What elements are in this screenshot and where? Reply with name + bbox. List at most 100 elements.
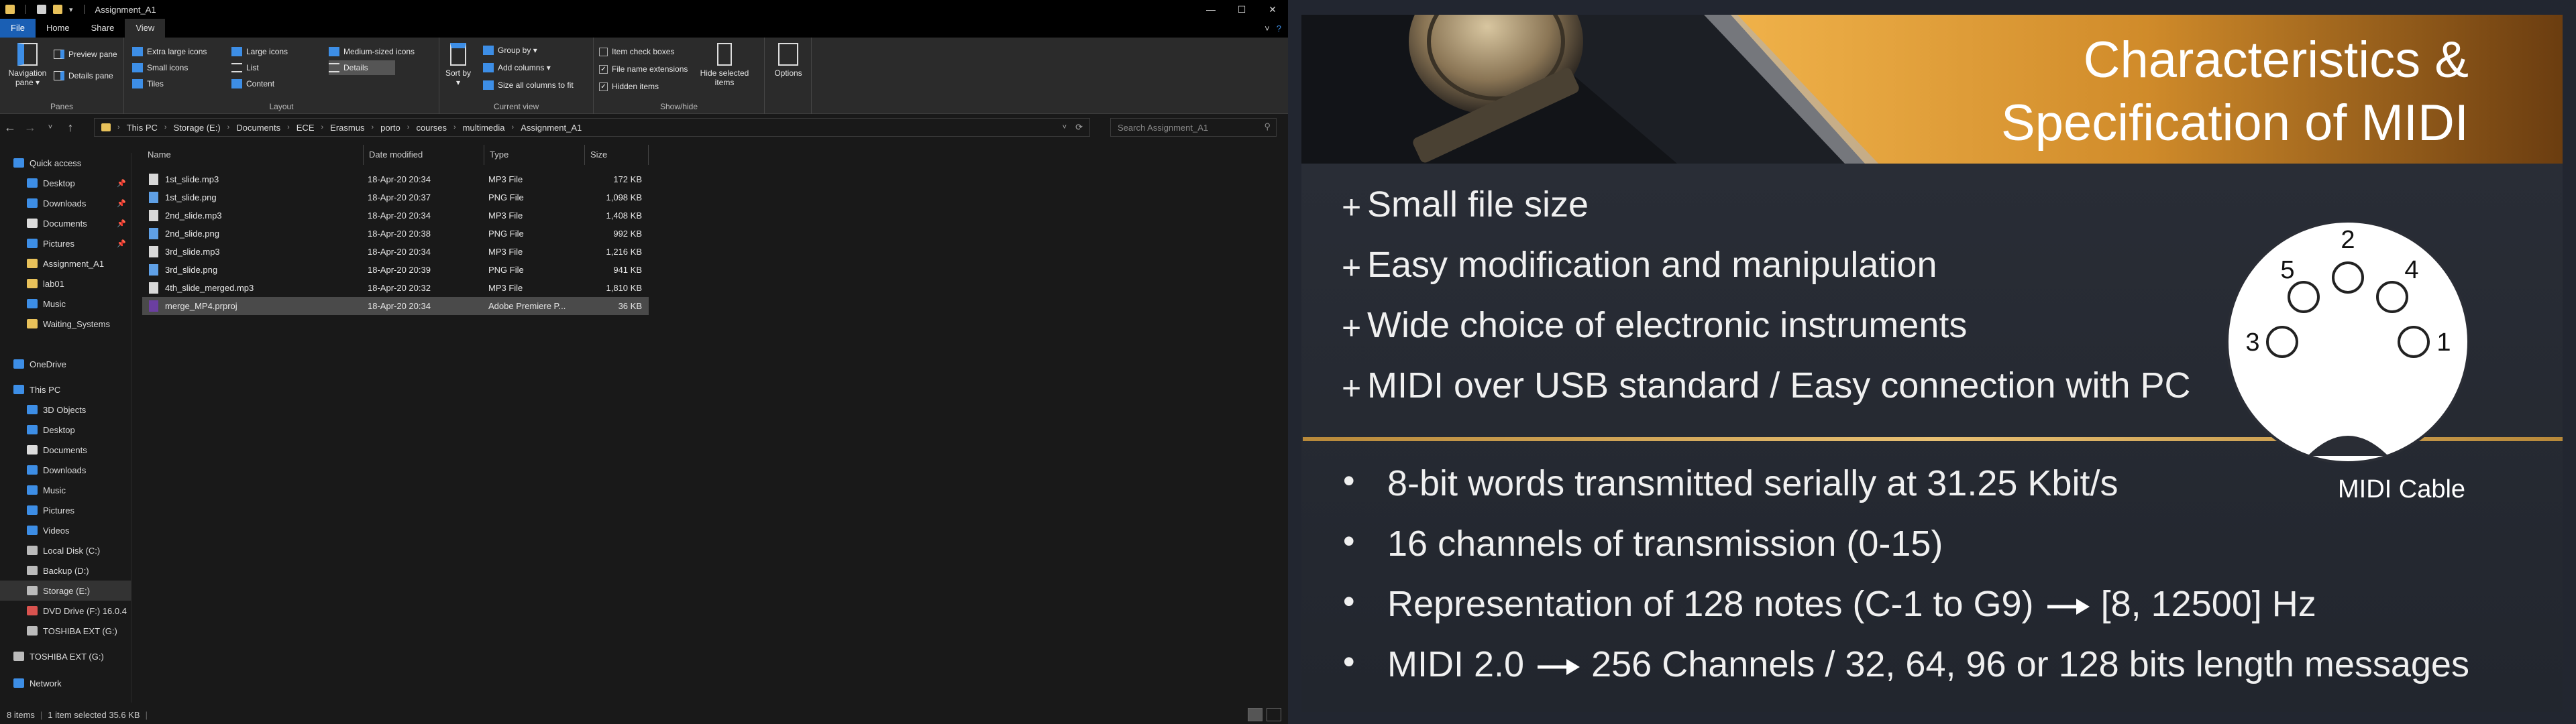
forward-arrow-icon[interactable]: → xyxy=(20,121,40,135)
file-row[interactable]: 3rd_slide.png 18-Apr-20 20:39 PNG File 941 … xyxy=(142,261,649,279)
expand-ribbon-icon[interactable]: ˅ xyxy=(1265,23,1270,34)
nav-item[interactable]: Storage (E:) xyxy=(0,581,131,601)
size-all-columns-button[interactable]: Size all columns to fit xyxy=(483,78,574,93)
hide-selected-items-button[interactable]: Hide selected items xyxy=(694,43,755,87)
nav-item[interactable]: Documents 📌 xyxy=(0,213,131,233)
column-name[interactable]: Name xyxy=(142,145,364,165)
nav-item[interactable]: Local Disk (C:) xyxy=(0,540,131,560)
nav-item[interactable]: Music xyxy=(0,294,131,314)
nav-item[interactable]: DVD Drive (F:) 16.0.4 xyxy=(0,601,131,621)
item-check-boxes-checkbox[interactable] xyxy=(599,47,608,56)
new-folder-icon[interactable] xyxy=(53,5,62,14)
nav-item[interactable]: Videos xyxy=(0,520,131,540)
file-row[interactable]: merge_MP4.prproj 18-Apr-20 20:34 Adobe Pre… xyxy=(142,297,649,315)
file-name-extensions-toggle[interactable]: ✓ File name extensions xyxy=(599,62,688,76)
tab-view[interactable]: View xyxy=(125,19,166,38)
desktop-icon xyxy=(27,178,38,188)
file-name-extensions-checkbox[interactable]: ✓ xyxy=(599,64,608,74)
layout-details[interactable]: Details xyxy=(329,60,395,75)
nav-item[interactable]: OneDrive xyxy=(0,354,131,374)
close-button[interactable]: ✕ xyxy=(1257,0,1288,19)
pin-icon[interactable]: 📌 xyxy=(117,179,126,188)
breadcrumb-erasmus[interactable]: Erasmus xyxy=(330,123,364,133)
nav-item[interactable]: Pictures xyxy=(0,500,131,520)
hidden-items-checkbox[interactable]: ✓ xyxy=(599,82,608,91)
file-row[interactable]: 2nd_slide.mp3 18-Apr-20 20:34 MP3 File 1,40… xyxy=(142,206,649,225)
tab-file[interactable]: File xyxy=(0,19,36,38)
navigation-pane-button[interactable]: Navigation pane ▾ xyxy=(4,43,51,87)
breadcrumb-multimedia[interactable]: multimedia xyxy=(463,123,505,133)
nav-item[interactable]: Desktop 📌 xyxy=(0,173,131,193)
layout-tiles[interactable]: Tiles xyxy=(132,76,164,91)
audio-file-icon xyxy=(149,174,158,185)
nav-item[interactable]: Backup (D:) xyxy=(0,560,131,581)
layout-content[interactable]: Content xyxy=(231,76,274,91)
file-row[interactable]: 4th_slide_merged.mp3 18-Apr-20 20:32 MP3 F… xyxy=(142,279,649,297)
sort-by-button[interactable]: Sort by ▾ xyxy=(445,43,472,87)
nav-item[interactable]: Downloads 📌 xyxy=(0,193,131,213)
breadcrumb-storage[interactable]: Storage (E:) xyxy=(174,123,221,133)
item-check-boxes-toggle[interactable]: Item check boxes xyxy=(599,44,674,59)
refresh-icon[interactable]: ⟳ xyxy=(1075,122,1083,133)
layout-list[interactable]: List xyxy=(231,60,259,75)
nav-item[interactable]: Waiting_Systems xyxy=(0,314,131,334)
search-input[interactable]: Search Assignment_A1 ⚲ xyxy=(1110,118,1277,137)
nav-item[interactable]: Desktop xyxy=(0,420,131,440)
large-icons-view-icon[interactable] xyxy=(1267,708,1281,721)
nav-item[interactable]: Quick access xyxy=(0,153,131,173)
add-columns-button[interactable]: Add columns ▾ xyxy=(483,60,551,75)
tab-share[interactable]: Share xyxy=(80,19,125,38)
column-size[interactable]: Size xyxy=(585,145,649,165)
breadcrumb-courses[interactable]: courses xyxy=(416,123,447,133)
breadcrumb-assignment[interactable]: Assignment_A1 xyxy=(521,123,582,133)
file-row[interactable]: 2nd_slide.png 18-Apr-20 20:38 PNG File 992 … xyxy=(142,225,649,243)
file-row[interactable]: 3rd_slide.mp3 18-Apr-20 20:34 MP3 File 1,21… xyxy=(142,243,649,261)
layout-medium-icons[interactable]: Medium-sized icons xyxy=(329,44,415,59)
details-pane-button[interactable]: Details pane xyxy=(54,68,113,83)
layout-large-icons[interactable]: Large icons xyxy=(231,44,288,59)
pin-icon[interactable]: 📌 xyxy=(117,219,126,228)
nav-item[interactable]: Assignment_A1 xyxy=(0,253,131,274)
column-type[interactable]: Type xyxy=(484,145,585,165)
nav-item[interactable]: Network xyxy=(0,673,131,693)
help-icon[interactable]: ? xyxy=(1277,23,1281,34)
address-bar[interactable]: › This PC › Storage (E:) › Documents › ECE ›… xyxy=(94,118,1090,137)
breadcrumb-ece[interactable]: ECE xyxy=(297,123,315,133)
back-arrow-icon[interactable]: ← xyxy=(0,121,20,135)
nav-item[interactable]: TOSHIBA EXT (G:) xyxy=(0,621,131,641)
breadcrumb-this-pc[interactable]: This PC xyxy=(127,123,158,133)
file-row[interactable]: 1st_slide.png 18-Apr-20 20:37 PNG File 1,09… xyxy=(142,188,649,206)
nav-item[interactable]: lab01 xyxy=(0,274,131,294)
pin-icon[interactable]: 📌 xyxy=(117,199,126,208)
hidden-items-toggle[interactable]: ✓ Hidden items xyxy=(599,79,659,94)
column-date-modified[interactable]: Date modified xyxy=(364,145,484,165)
details-view-icon[interactable] xyxy=(1248,708,1263,721)
address-dropdown-icon[interactable]: ˅ xyxy=(1063,123,1067,131)
customize-quick-access-icon[interactable]: ▾ xyxy=(69,5,73,14)
recent-locations-icon[interactable]: ˅ xyxy=(40,123,60,131)
file-row[interactable]: 1st_slide.mp3 18-Apr-20 20:34 MP3 File 172 … xyxy=(142,170,649,188)
nav-item[interactable]: Pictures 📌 xyxy=(0,233,131,253)
nav-item[interactable]: Music xyxy=(0,480,131,500)
layout-extra-large-icons[interactable]: Extra large icons xyxy=(132,44,207,59)
properties-icon[interactable] xyxy=(37,5,46,14)
nav-item[interactable]: TOSHIBA EXT (G:) xyxy=(0,646,131,666)
nav-item[interactable]: This PC xyxy=(0,379,131,400)
layout-small-icons[interactable]: Small icons xyxy=(132,60,188,75)
tab-home[interactable]: Home xyxy=(36,19,80,38)
breadcrumb-porto[interactable]: porto xyxy=(380,123,400,133)
file-size: 992 KB xyxy=(613,229,642,239)
options-button[interactable]: Options xyxy=(770,43,806,78)
plus-item: Wide choice of electronic instruments xyxy=(1367,305,1968,345)
nav-item[interactable]: Documents xyxy=(0,440,131,460)
preview-pane-button[interactable]: Preview pane xyxy=(54,47,117,62)
group-by-button[interactable]: Group by ▾ xyxy=(483,43,537,58)
minimize-button[interactable]: — xyxy=(1195,0,1226,19)
up-arrow-icon[interactable]: ↑ xyxy=(60,121,80,135)
nav-item[interactable]: Downloads xyxy=(0,460,131,480)
pin-icon[interactable]: 📌 xyxy=(117,239,126,248)
pin-label-3: 3 xyxy=(2245,328,2259,357)
breadcrumb-documents[interactable]: Documents xyxy=(236,123,280,133)
nav-item[interactable]: 3D Objects xyxy=(0,400,131,420)
maximize-button[interactable]: ☐ xyxy=(1226,0,1257,19)
